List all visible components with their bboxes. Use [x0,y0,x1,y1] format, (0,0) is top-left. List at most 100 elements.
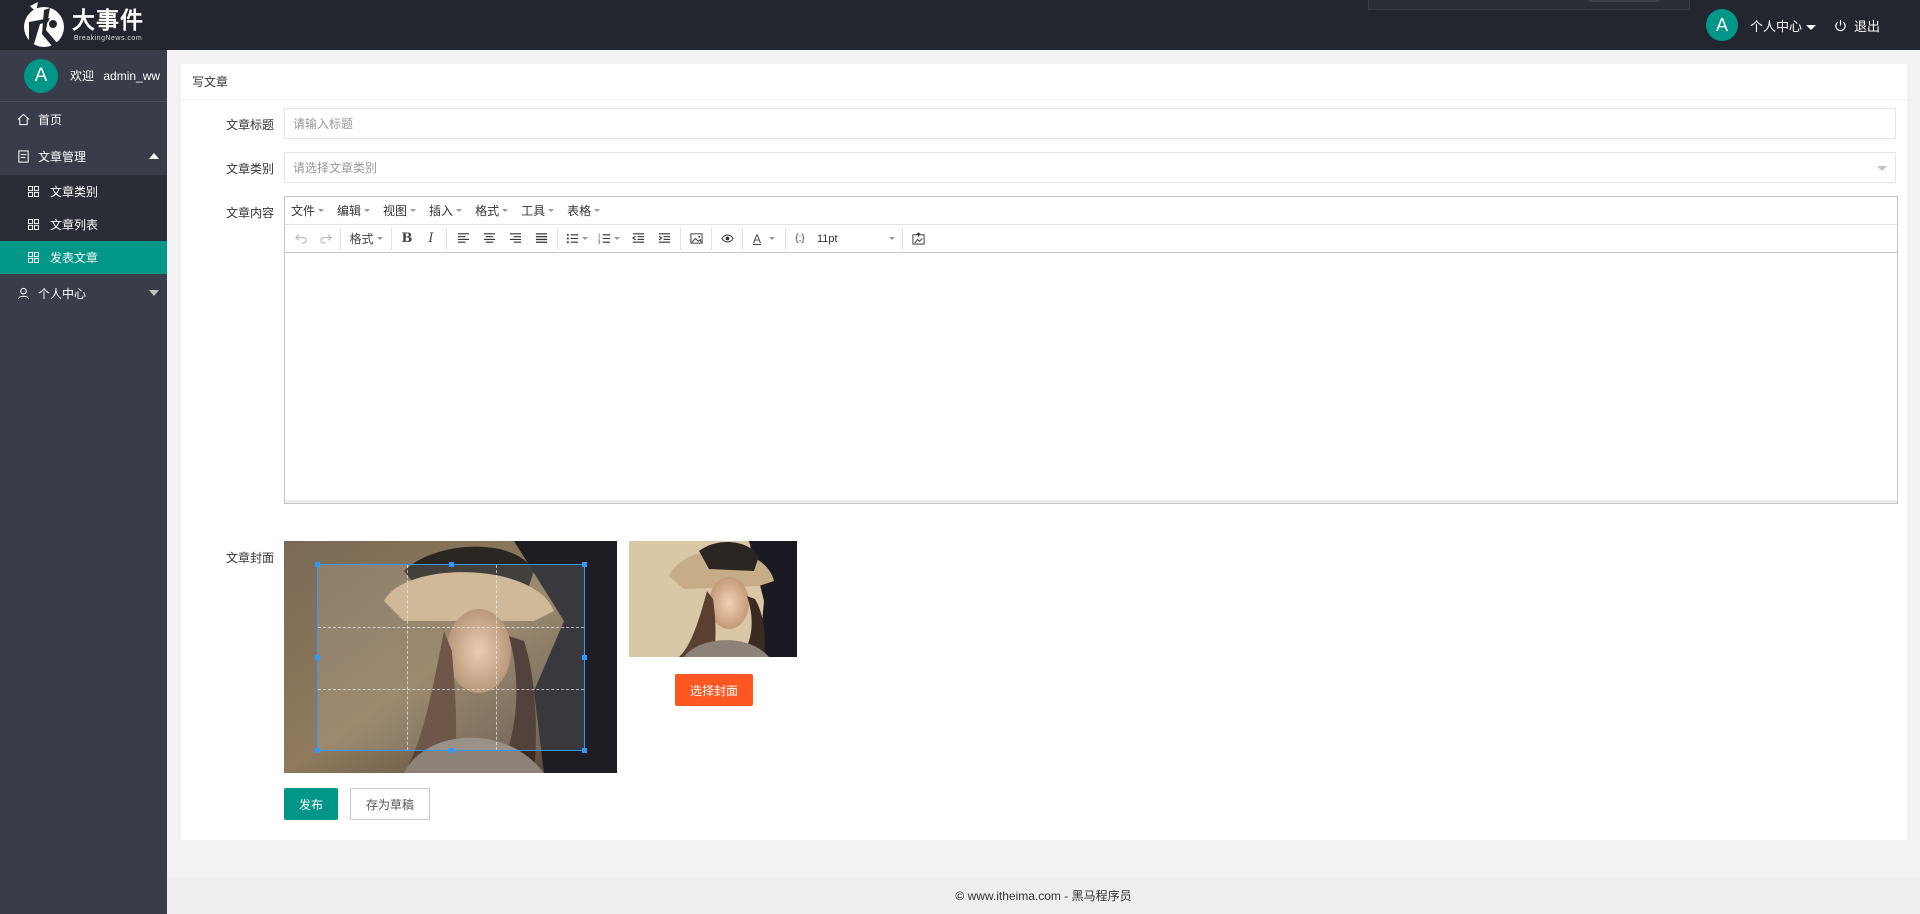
sidebar-item-article-management[interactable]: 文章管理 [0,137,167,175]
indent-icon[interactable] [651,228,677,250]
choose-cover-button[interactable]: 选择封面 [675,674,753,706]
crop-selection-box[interactable] [315,562,587,753]
write-article-card: 写文章 文章标题 请输入标题 文章类别 请选择文章类别 文章内容 文件 编辑 视… [180,63,1908,841]
header-user-area: A 个人中心 退出 [1705,0,1880,50]
font-size-value: 11pt [817,232,838,245]
align-justify-icon[interactable] [528,228,554,250]
logout-link[interactable]: 退出 [1854,16,1880,35]
format-dropdown[interactable]: 格式 [344,228,388,250]
top-header: 大事件 BreakingNews.com A 个人中心 退出 [0,0,1920,50]
user-icon [17,287,30,299]
cover-label: 文章封面 [225,551,274,565]
font-size-select[interactable]: 11pt [811,228,899,250]
menu-insert[interactable]: 插入 [429,202,463,219]
cover-cropper[interactable] [284,541,617,773]
sidebar-user-info: A 欢迎 admin_ww [0,50,167,102]
format-label: 格式 [349,232,374,246]
top-overlay-strip [1368,0,1690,10]
text-color-icon[interactable]: A [746,228,782,250]
menu-format[interactable]: 格式 [475,202,509,219]
menu-file[interactable]: 文件 [291,202,325,219]
user-center-menu[interactable]: 个人中心 [1750,16,1816,35]
editor-content-area[interactable] [285,254,1897,501]
grid-icon [28,186,39,197]
publish-button[interactable]: 发布 [284,788,338,820]
sidebar-item-label: 首页 [38,113,63,127]
title-input[interactable]: 请输入标题 [284,108,1896,139]
italic-icon[interactable]: I [419,228,443,250]
avatar[interactable]: A [1705,9,1738,41]
image-icon[interactable] [684,228,708,250]
menu-tools[interactable]: 工具 [521,202,555,219]
user-center-label: 个人中心 [1749,18,1802,34]
sidebar-item-article-list[interactable]: 文章列表 [0,208,167,241]
sidebar-item-home[interactable]: 首页 [0,102,167,137]
logo[interactable]: 大事件 BreakingNews.com [20,0,150,50]
sub-item-label: 发表文章 [50,251,99,265]
article-submenu: 文章类别 文章列表 发表文章 [0,175,167,274]
welcome-text: 欢迎 [70,69,95,83]
crop-handle[interactable] [315,562,320,567]
rich-text-editor: 文件 编辑 视图 插入 格式 工具 表格 格式 B I 123 A {;} 11… [284,196,1898,504]
upload-image-icon[interactable] [906,228,930,250]
category-label: 文章类别 [225,162,274,176]
logo-subtitle: BreakingNews.com [73,34,143,42]
article-icon [18,149,29,163]
align-center-icon[interactable] [476,228,502,250]
crop-handle[interactable] [315,655,320,660]
crop-handle[interactable] [315,748,320,753]
svg-text:3: 3 [598,240,601,245]
menu-label: 格式 [475,204,500,218]
crop-handle[interactable] [449,562,454,567]
sub-item-label: 文章类别 [50,185,99,199]
bold-icon[interactable]: B [395,228,419,250]
menu-edit[interactable]: 编辑 [337,202,371,219]
logo-mark-icon [20,0,68,50]
footer: © www.itheima.com - 黑马程序员 [167,877,1920,914]
menu-table[interactable]: 表格 [567,202,601,219]
sidebar: A 欢迎 admin_ww 首页 文章管理 文章类别 文章列表 发表文章 个人中… [0,50,167,914]
bullet-list-icon[interactable] [561,228,593,250]
menu-label: 视图 [383,204,408,218]
outdent-icon[interactable] [625,228,651,250]
editor-menubar: 文件 编辑 视图 插入 格式 工具 表格 [285,197,1897,225]
menu-label: 表格 [567,204,592,218]
numbered-list-icon[interactable]: 123 [593,228,625,250]
align-right-icon[interactable] [502,228,528,250]
menu-view[interactable]: 视图 [383,202,417,219]
redo-icon[interactable] [313,228,337,250]
sidebar-item-article-category[interactable]: 文章类别 [0,175,167,208]
editor-status-bar [285,500,1897,503]
save-draft-button[interactable]: 存为草稿 [350,788,430,820]
undo-icon[interactable] [289,228,313,250]
category-select[interactable]: 请选择文章类别 [284,152,1896,183]
crop-handle[interactable] [582,655,587,660]
power-icon [1835,19,1846,31]
title-label: 文章标题 [225,118,274,132]
sidebar-item-personal-center[interactable]: 个人中心 [0,274,167,312]
card-title: 写文章 [181,64,1907,100]
preview-eye-icon[interactable] [715,228,739,250]
sidebar-item-label: 个人中心 [38,286,87,301]
menu-label: 文件 [291,204,316,218]
grid-icon [28,219,39,230]
menu-label: 插入 [429,204,454,218]
editor-toolbar: 格式 B I 123 A {;} 11pt [285,225,1897,253]
crop-handle[interactable] [582,562,587,567]
chevron-down-icon [1877,166,1887,171]
content-label: 文章内容 [225,206,274,220]
crop-handle[interactable] [449,748,454,753]
code-icon[interactable]: {;} [789,228,811,250]
align-left-icon[interactable] [450,228,476,250]
sidebar-item-publish-article[interactable]: 发表文章 [0,241,167,274]
cover-preview [629,541,797,657]
category-select-placeholder: 请选择文章类别 [293,161,378,175]
crop-handle[interactable] [582,748,587,753]
grid-icon [28,252,39,263]
sidebar-item-label: 文章管理 [38,149,87,164]
cover-preview-image [629,541,797,657]
sidebar-avatar: A [24,58,58,93]
menu-label: 工具 [521,204,546,218]
chevron-up-icon [149,153,159,159]
username: admin_ww [103,69,161,83]
